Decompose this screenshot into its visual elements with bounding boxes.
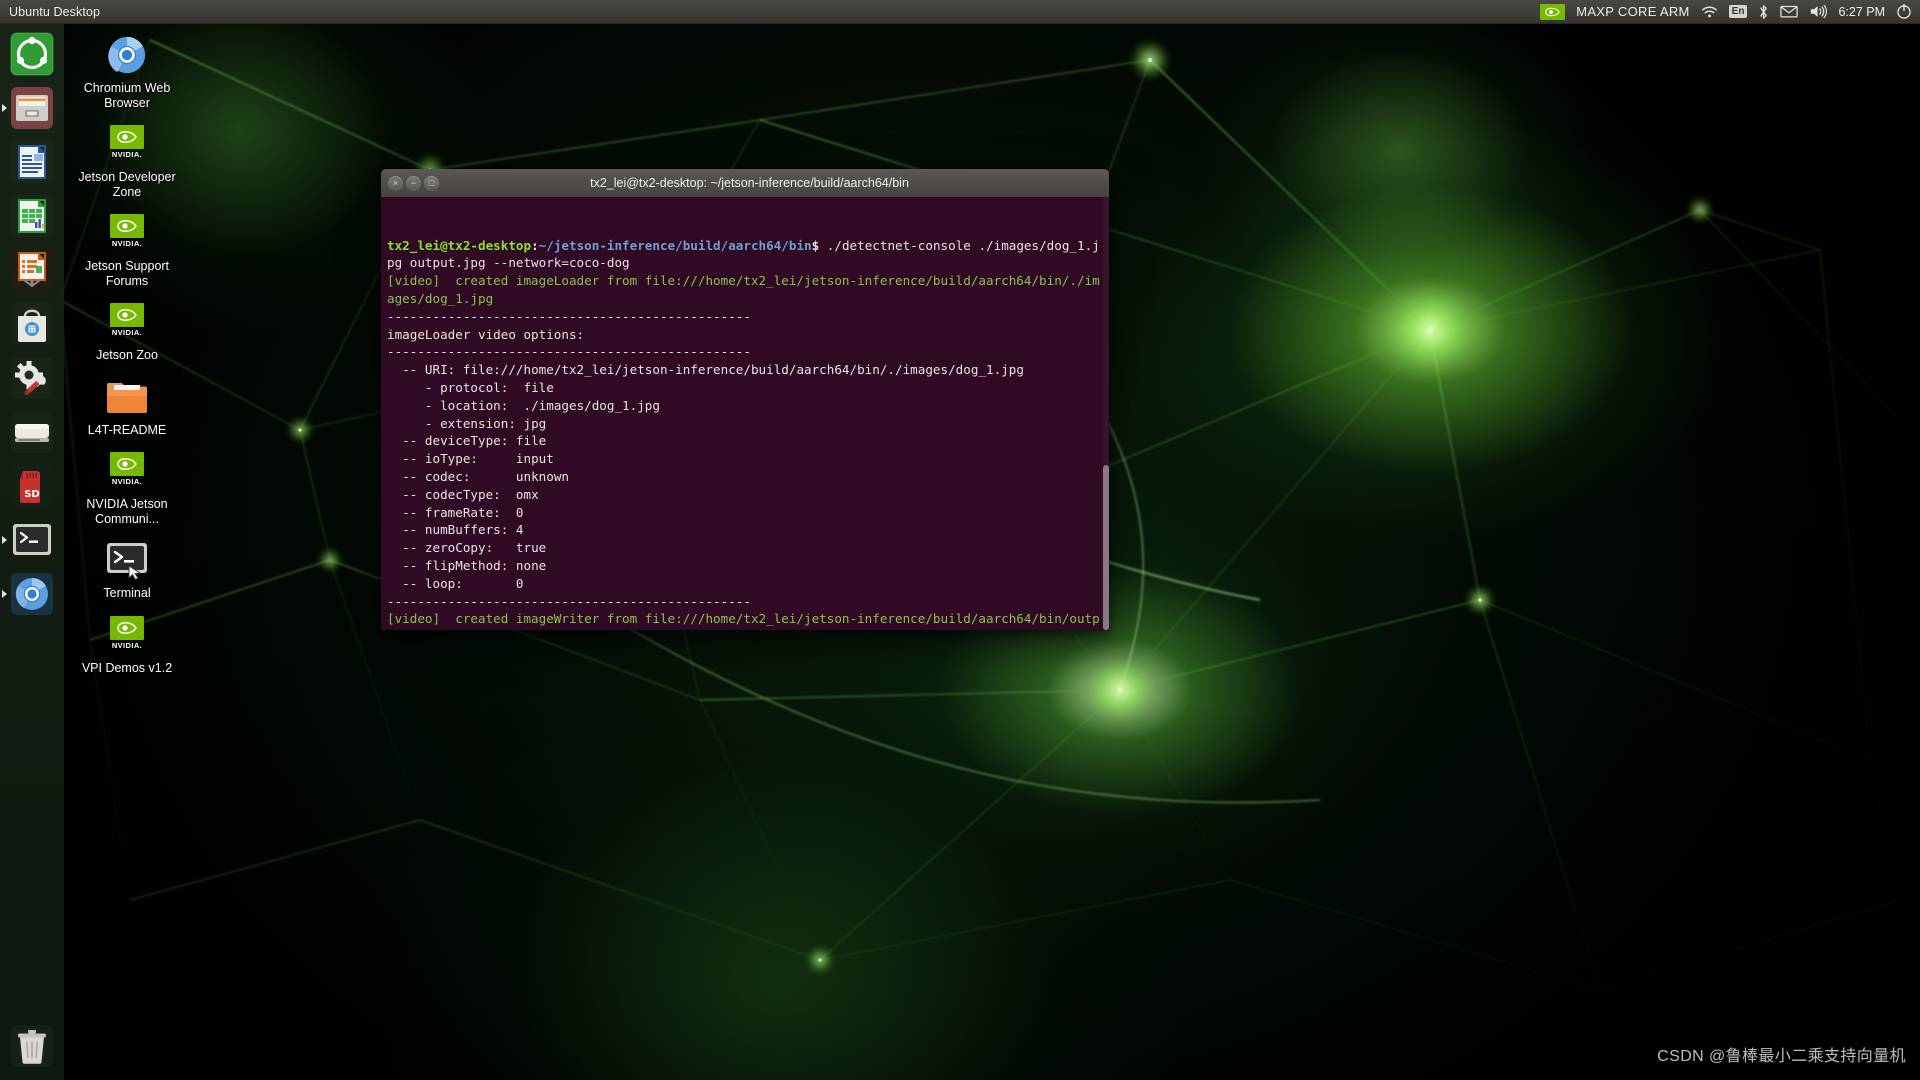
shopping-bag-icon	[11, 303, 53, 345]
terminal-window[interactable]: × − □ tx2_lei@tx2-desktop: ~/jetson-infe…	[381, 169, 1109, 630]
launcher-item-files[interactable]	[2, 84, 56, 132]
desktop-icon-label: Jetson Developer Zone	[78, 170, 176, 199]
gear-wrench-icon	[11, 357, 53, 399]
desktop-icon-nvidia-jetson-community[interactable]: NVIDIA. NVIDIA Jetson Communi...	[72, 446, 182, 529]
nvidia-icon: NVIDIA.	[101, 121, 153, 167]
desktop-icon-label: Chromium Web Browser	[83, 81, 171, 110]
presentation-icon	[11, 249, 53, 291]
launcher-item-disk-drive[interactable]	[8, 408, 56, 456]
watermark-text: CSDN @鲁棒最小二乘支持向量机	[1657, 1048, 1906, 1065]
launcher-item-libreoffice-writer[interactable]	[8, 138, 56, 186]
terminal-output[interactable]: tx2_lei@tx2-desktop:~/jetson-inference/b…	[381, 197, 1109, 630]
desktop-icon-vpi-demos[interactable]: NVIDIA. VPI Demos v1.2	[72, 610, 182, 679]
launcher-item-trash[interactable]	[8, 1022, 56, 1070]
desktop-icon-jetson-zoo[interactable]: NVIDIA. Jetson Zoo	[72, 297, 182, 366]
desktop-icon-jetson-support-forums[interactable]: NVIDIA. Jetson Support Forums	[72, 208, 182, 291]
terminal-titlebar[interactable]: × − □ tx2_lei@tx2-desktop: ~/jetson-infe…	[381, 169, 1109, 197]
unity-launcher: SD	[0, 24, 64, 1080]
desktop-icon-label: Jetson Support Forums	[84, 259, 170, 288]
running-indicator	[2, 536, 7, 544]
maximize-button[interactable]: □	[424, 175, 439, 191]
nvidia-icon: NVIDIA.	[101, 448, 153, 494]
launcher-item-chromium[interactable]	[2, 570, 56, 618]
desktop-icon-label: Jetson Zoo	[96, 348, 158, 362]
terminal-scrollbar[interactable]	[1103, 197, 1109, 630]
desktop-icon-jetson-developer-zone[interactable]: NVIDIA. Jetson Developer Zone	[72, 119, 182, 202]
launcher-item-ubuntu-dash[interactable]	[8, 30, 56, 78]
panel-title[interactable]: Ubuntu Desktop	[9, 5, 100, 19]
launcher-item-system-settings[interactable]	[8, 354, 56, 402]
launcher-item-software-center[interactable]	[8, 300, 56, 348]
folder-icon	[101, 374, 153, 420]
envelope-icon[interactable]	[1780, 0, 1799, 23]
chromium-icon	[11, 573, 53, 615]
desktop-icon-label: L4T-README	[87, 422, 167, 437]
nvidia-icon: NVIDIA.	[101, 299, 153, 345]
nvidia-icon: NVIDIA.	[101, 210, 153, 256]
panel-vendor-label: MAXP CORE ARM	[1576, 4, 1690, 19]
spreadsheet-icon	[11, 195, 53, 237]
launcher-item-libreoffice-calc[interactable]	[8, 192, 56, 240]
desktop-icon-label: Terminal	[103, 586, 151, 600]
wifi-icon[interactable]	[1701, 0, 1718, 23]
launcher-item-terminal[interactable]	[2, 516, 56, 564]
desktop-icon-grid: Chromium Web Browser NVIDIA. Jetson Deve…	[72, 30, 182, 684]
nvidia-icon: NVIDIA.	[101, 612, 153, 658]
desktop-icon-label: VPI Demos v1.2	[81, 660, 173, 675]
volume-icon[interactable]	[1809, 0, 1828, 23]
terminal-icon	[101, 537, 153, 583]
running-indicator	[2, 590, 7, 598]
nvidia-logo-icon[interactable]	[1540, 0, 1566, 23]
terminal-text-content: tx2_lei@tx2-desktop:~/jetson-inference/b…	[387, 237, 1100, 630]
chromium-icon	[101, 32, 153, 78]
desktop-icon-label: NVIDIA Jetson Communi...	[86, 497, 168, 526]
terminal-title: tx2_lei@tx2-desktop: ~/jetson-inference/…	[590, 176, 909, 190]
minimize-button[interactable]: −	[406, 175, 421, 191]
power-gear-icon[interactable]	[1896, 0, 1912, 23]
launcher-item-sd-card[interactable]: SD	[8, 462, 56, 510]
keyboard-layout-label: En	[1728, 4, 1748, 19]
trash-icon	[11, 1025, 53, 1067]
document-icon	[11, 141, 53, 183]
top-panel: Ubuntu Desktop MAXP CORE ARM En 6:27 PM	[0, 0, 1920, 24]
terminal-icon	[13, 524, 51, 555]
hard-drive-icon	[11, 411, 53, 453]
file-cabinet-icon	[11, 87, 53, 129]
launcher-item-libreoffice-impress[interactable]	[8, 246, 56, 294]
desktop-icon-chromium-web-browser[interactable]: Chromium Web Browser	[72, 30, 182, 113]
keyboard-layout-indicator[interactable]: En	[1728, 0, 1748, 23]
close-button[interactable]: ×	[388, 175, 403, 191]
panel-indicators: MAXP CORE ARM En 6:27 PM	[1540, 0, 1920, 23]
terminal-scrollbar-thumb[interactable]	[1103, 465, 1109, 630]
nvidia-eye-icon	[1545, 7, 1561, 16]
desktop-icon-l4t-readme[interactable]: L4T-README	[72, 372, 182, 441]
svg-text:SD: SD	[24, 489, 40, 500]
bluetooth-icon[interactable]	[1758, 0, 1769, 23]
desktop-screen: Ubuntu Desktop MAXP CORE ARM En 6:27 PM …	[0, 0, 1920, 1080]
panel-clock[interactable]: 6:27 PM	[1838, 0, 1885, 23]
desktop-icon-terminal[interactable]: Terminal	[72, 535, 182, 604]
running-indicator	[2, 104, 7, 112]
ubuntu-circle-icon	[10, 32, 54, 76]
sd-card-icon: SD	[11, 465, 53, 507]
